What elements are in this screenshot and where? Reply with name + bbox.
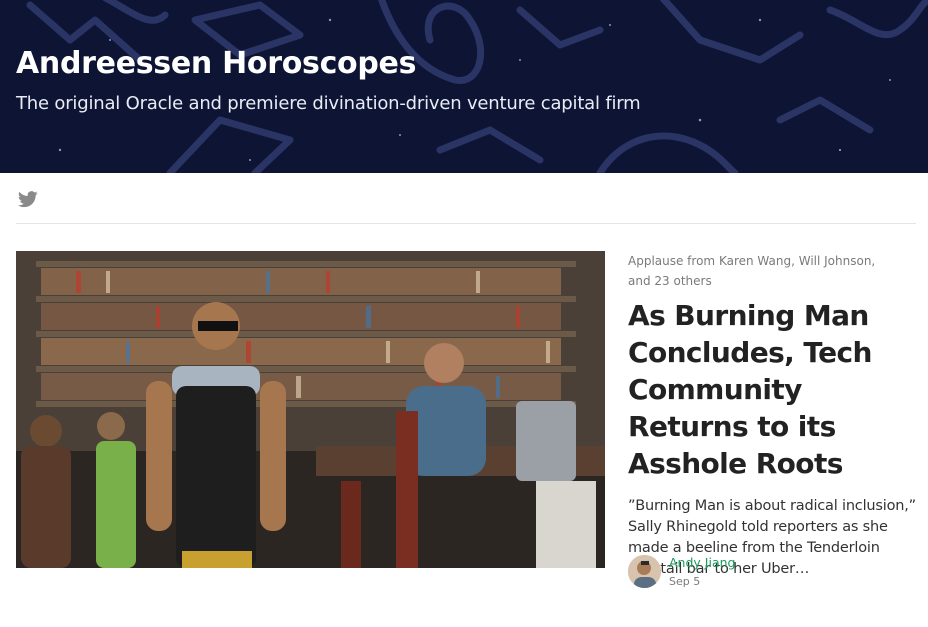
publication-header: Andreessen Horoscopes The original Oracl… (0, 0, 928, 173)
post-meta: Applause from Karen Wang, Will Johnson, … (628, 251, 918, 580)
post-image[interactable] (16, 251, 605, 568)
applause-suffix[interactable]: and 23 others (628, 274, 712, 288)
applause-names[interactable]: Karen Wang, Will Johnson, (719, 254, 875, 268)
publication-title[interactable]: Andreessen Horoscopes (16, 46, 416, 81)
social-bar (16, 173, 916, 224)
post-date: Sep 5 (669, 575, 701, 588)
author-name[interactable]: Andy Jiang (669, 555, 735, 570)
constellation-background (26, 0, 928, 173)
publication-tagline: The original Oracle and premiere divinat… (16, 93, 641, 114)
applause-prefix: Applause from (628, 254, 719, 268)
twitter-icon[interactable] (18, 191, 38, 208)
applause-line: Applause from Karen Wang, Will Johnson, … (628, 251, 918, 291)
bookstore-photo (16, 251, 605, 568)
post-headline[interactable]: As Burning Man Concludes, Tech Community… (628, 297, 918, 482)
author-avatar[interactable] (628, 555, 661, 588)
avatar-image (628, 555, 661, 588)
